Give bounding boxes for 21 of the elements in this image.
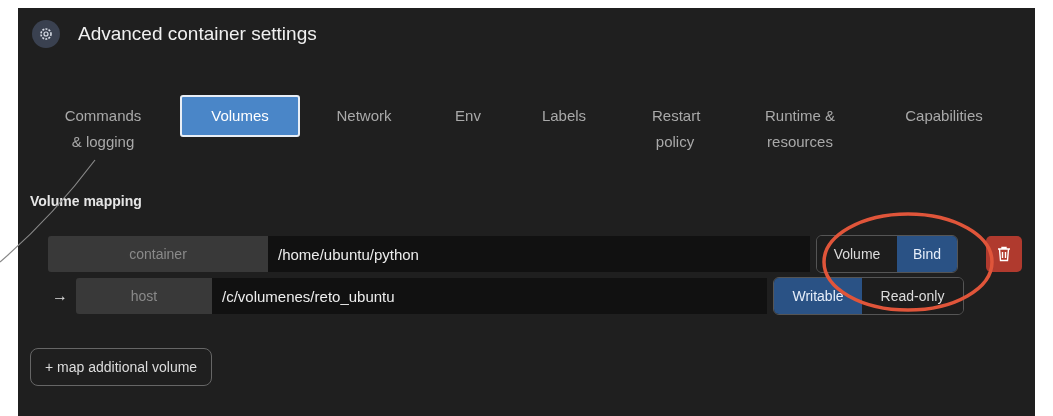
tab[interactable]: Commands & logging [40,95,166,163]
field-label: container [48,236,268,272]
tab[interactable]: Runtime & resources [740,95,860,163]
tab[interactable]: Restart policy [620,95,730,163]
trash-icon [997,246,1011,262]
host-path-field[interactable]: /c/volumenes/reto_ubuntu [212,278,767,314]
field-label: host [76,278,212,314]
section-title: Volume mapping [30,193,143,209]
panel-title: Advanced container settings [78,23,317,45]
toggle-option[interactable]: Writable [774,278,862,314]
add-volume-button[interactable]: + map additional volume [30,348,213,386]
settings-icon [32,20,60,48]
tab[interactable]: Labels [518,95,610,137]
toggle-option[interactable]: Bind [897,236,957,272]
tab[interactable]: Capabilities [880,95,1008,137]
tab[interactable]: Env [428,95,508,137]
tab[interactable]: Network [310,95,418,137]
container-path-field[interactable]: /home/ubuntu/python [268,236,810,272]
tab[interactable]: Volumes [180,95,300,137]
arrow-text: → [52,287,69,305]
delete-button[interactable] [986,236,1022,272]
